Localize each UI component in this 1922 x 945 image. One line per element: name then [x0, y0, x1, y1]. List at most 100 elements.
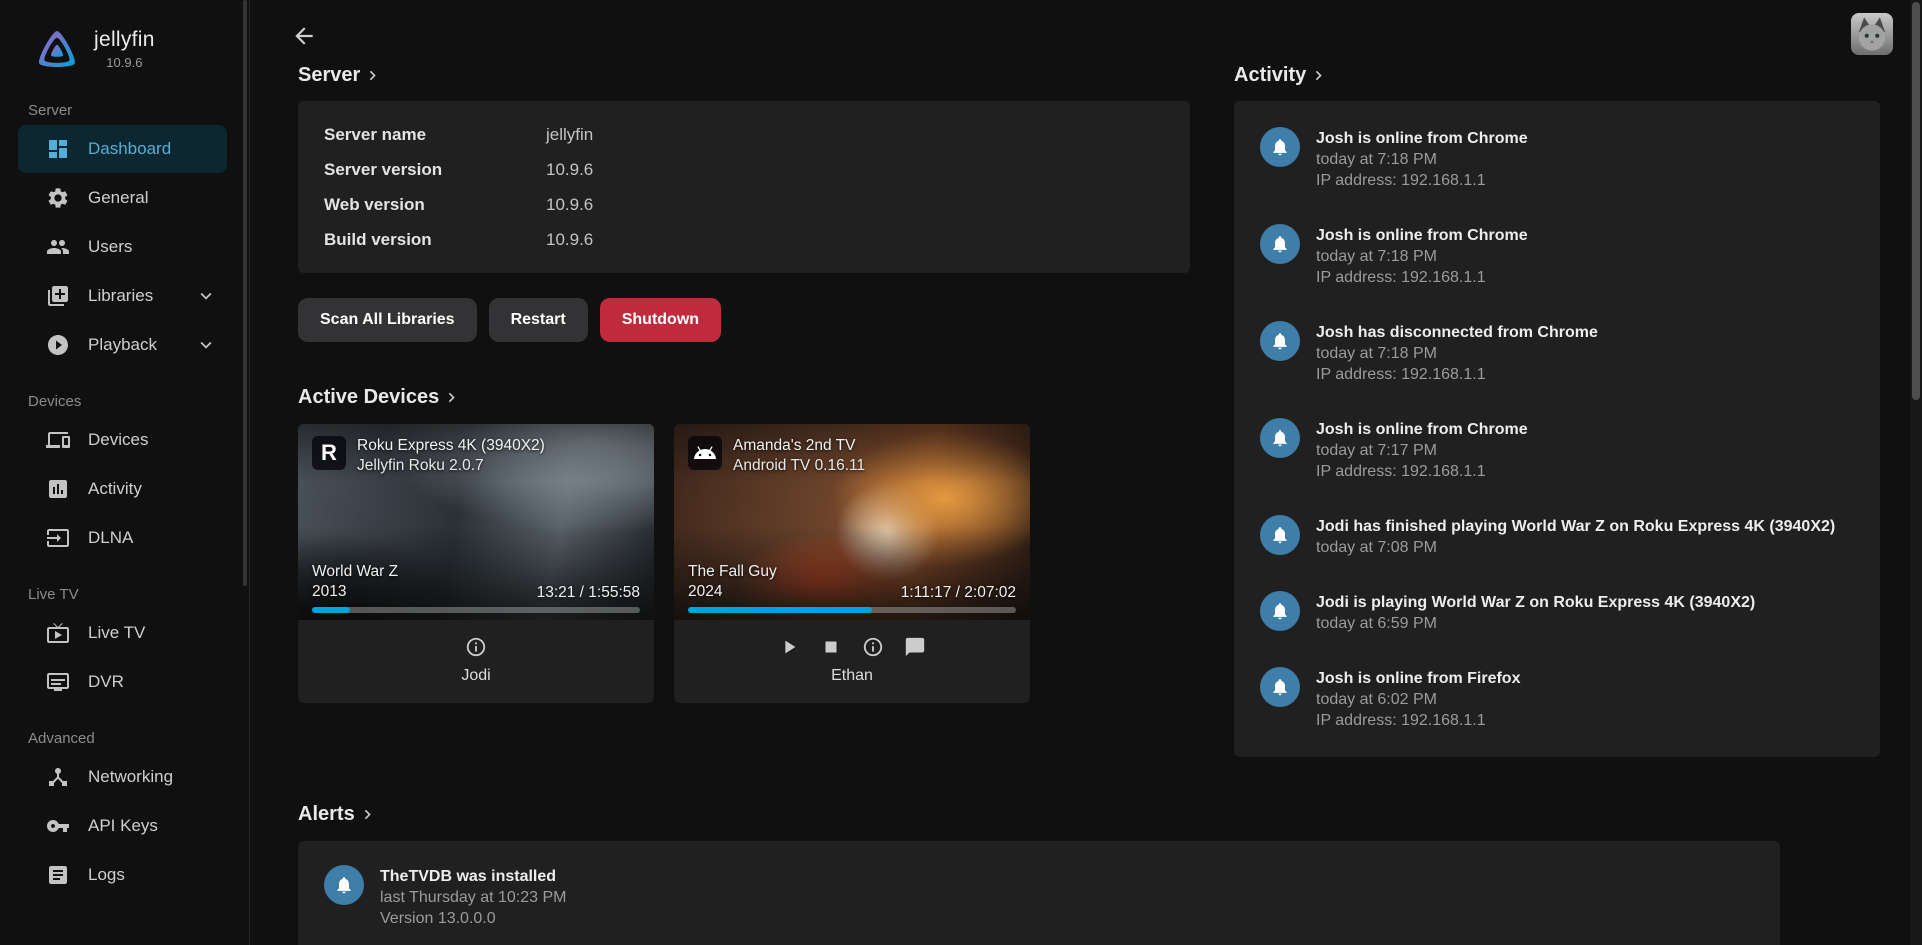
now-playing-time: 1:11:17 / 2:07:02 [901, 584, 1016, 602]
server-version-row: Server version 10.9.6 [324, 152, 1164, 187]
activity-time: today at 7:08 PM [1316, 537, 1835, 558]
shutdown-button[interactable]: Shutdown [600, 298, 721, 342]
sidebar-item-logs[interactable]: Logs [18, 851, 227, 899]
alerts-card: TheTVDB was installed last Thursday at 1… [298, 841, 1780, 945]
chevron-right-icon [1309, 66, 1328, 85]
activity-title: Josh is online from Chrome [1316, 224, 1528, 246]
devices-icon [46, 428, 70, 452]
sidebar-item-playback[interactable]: Playback [18, 321, 227, 369]
activity-column: Activity Josh is online from Chrome toda… [1234, 64, 1880, 757]
device-card-roku: R Roku Express 4K (3940X2) Jellyfin Roku… [298, 424, 654, 703]
sidebar-item-label: API Keys [88, 816, 158, 836]
activity-item[interactable]: Josh is online from Chrome today at 7:18… [1260, 224, 1854, 288]
sidebar-item-general[interactable]: General [18, 174, 227, 222]
activity-text: Jodi is playing World War Z on Roku Expr… [1316, 591, 1755, 634]
activity-detail: IP address: 192.168.1.1 [1316, 461, 1528, 482]
build-version-value: 10.9.6 [546, 222, 593, 257]
scan-all-libraries-button[interactable]: Scan All Libraries [298, 298, 477, 342]
notification-bell-icon [1260, 321, 1300, 361]
web-version-row: Web version 10.9.6 [324, 187, 1164, 222]
activity-text: Josh is online from Chrome today at 7:18… [1316, 127, 1528, 191]
sidebar-item-dvr[interactable]: DVR [18, 658, 227, 706]
server-heading[interactable]: Server [298, 64, 1190, 87]
activity-time: today at 7:18 PM [1316, 246, 1528, 267]
playback-progress-fill [312, 607, 350, 613]
page-scrollbar[interactable] [1910, 0, 1922, 945]
server-name-row: Server name jellyfin [324, 117, 1164, 152]
android-icon [693, 441, 717, 465]
send-message-button[interactable] [904, 636, 926, 658]
build-version-label: Build version [324, 222, 546, 257]
sidebar-item-libraries[interactable]: Libraries [18, 272, 227, 320]
user-avatar[interactable] [1851, 13, 1893, 55]
device-card-footer: Ethan [674, 620, 1030, 703]
activity-item[interactable]: Josh is online from Chrome today at 7:17… [1260, 418, 1854, 482]
build-version-row: Build version 10.9.6 [324, 222, 1164, 257]
sidebar-item-label: Users [88, 237, 132, 257]
play-button[interactable] [778, 636, 800, 658]
activity-card: Josh is online from Chrome today at 7:18… [1234, 101, 1880, 757]
play-circle-icon [46, 333, 70, 357]
play-icon [778, 636, 800, 658]
server-version-label: Server version [324, 152, 546, 187]
activity-item[interactable]: Josh is online from Chrome today at 7:18… [1260, 127, 1854, 191]
page-scrollbar-thumb[interactable] [1912, 2, 1920, 400]
sidebar-item-devices[interactable]: Devices [18, 416, 227, 464]
device-controls [778, 636, 926, 658]
sidebar-item-label: Playback [88, 335, 157, 355]
activity-item[interactable]: Josh is online from Firefox today at 6:0… [1260, 667, 1854, 731]
sidebar-scrollbar-thumb[interactable] [243, 0, 247, 586]
sidebar-item-activity[interactable]: Activity [18, 465, 227, 513]
info-button[interactable] [465, 636, 487, 658]
sidebar-scrollbar[interactable] [242, 0, 248, 945]
alert-text: TheTVDB was installed last Thursday at 1… [380, 865, 566, 929]
activity-item[interactable]: Josh has disconnected from Chrome today … [1260, 321, 1854, 385]
back-button[interactable] [284, 16, 324, 56]
sidebar-item-users[interactable]: Users [18, 223, 227, 271]
alert-item[interactable]: TheTVDB was installed last Thursday at 1… [324, 865, 1754, 929]
sidebar-item-networking[interactable]: Networking [18, 753, 227, 801]
device-identity: Amanda's 2nd TV Android TV 0.16.11 [733, 436, 865, 476]
device-card-header: R Roku Express 4K (3940X2) Jellyfin Roku… [298, 424, 654, 488]
now-playing-time: 13:21 / 1:55:58 [537, 584, 640, 602]
restart-button[interactable]: Restart [489, 298, 588, 342]
sidebar-item-api-keys[interactable]: API Keys [18, 802, 227, 850]
device-user: Ethan [831, 667, 873, 685]
activity-heading[interactable]: Activity [1234, 64, 1880, 87]
chevron-down-icon[interactable] [195, 334, 217, 356]
activity-text: Jodi has finished playing World War Z on… [1316, 515, 1835, 558]
now-playing-year: 2013 [312, 582, 398, 602]
activity-heading-label: Activity [1234, 64, 1306, 87]
active-devices-heading[interactable]: Active Devices [298, 386, 1190, 409]
activity-title: Josh is online from Chrome [1316, 127, 1528, 149]
info-icon [862, 636, 884, 658]
server-actions: Scan All Libraries Restart Shutdown [298, 298, 1190, 342]
sidebar-section-server: Server [28, 102, 249, 119]
activity-item[interactable]: Jodi has finished playing World War Z on… [1260, 515, 1854, 558]
now-playing-info: World War Z 2013 13:21 / 1:55:58 [312, 562, 640, 602]
dlna-icon [46, 526, 70, 550]
library-icon [46, 284, 70, 308]
activity-title: Josh is online from Firefox [1316, 667, 1520, 689]
device-card-footer: Jodi [298, 620, 654, 703]
sidebar-section-advanced: Advanced [28, 730, 249, 747]
chevron-down-icon[interactable] [195, 285, 217, 307]
activity-item[interactable]: Jodi is playing World War Z on Roku Expr… [1260, 591, 1854, 634]
device-client: Android TV 0.16.11 [733, 456, 865, 476]
server-name-label: Server name [324, 117, 546, 152]
gear-icon [46, 186, 70, 210]
activity-text: Josh is online from Chrome today at 7:18… [1316, 224, 1528, 288]
alert-title: TheTVDB was installed [380, 865, 566, 887]
notification-bell-icon [1260, 224, 1300, 264]
activity-text: Josh is online from Chrome today at 7:17… [1316, 418, 1528, 482]
sidebar-item-live-tv[interactable]: Live TV [18, 609, 227, 657]
activity-time: today at 6:02 PM [1316, 689, 1520, 710]
playback-progress-bar [688, 607, 1016, 613]
sidebar-item-dlna[interactable]: DLNA [18, 514, 227, 562]
chevron-right-icon [363, 66, 382, 85]
activity-time: today at 7:18 PM [1316, 343, 1598, 364]
stop-button[interactable] [820, 636, 842, 658]
info-button[interactable] [862, 636, 884, 658]
alerts-heading[interactable]: Alerts [298, 803, 1880, 826]
sidebar-item-dashboard[interactable]: Dashboard [18, 125, 227, 173]
